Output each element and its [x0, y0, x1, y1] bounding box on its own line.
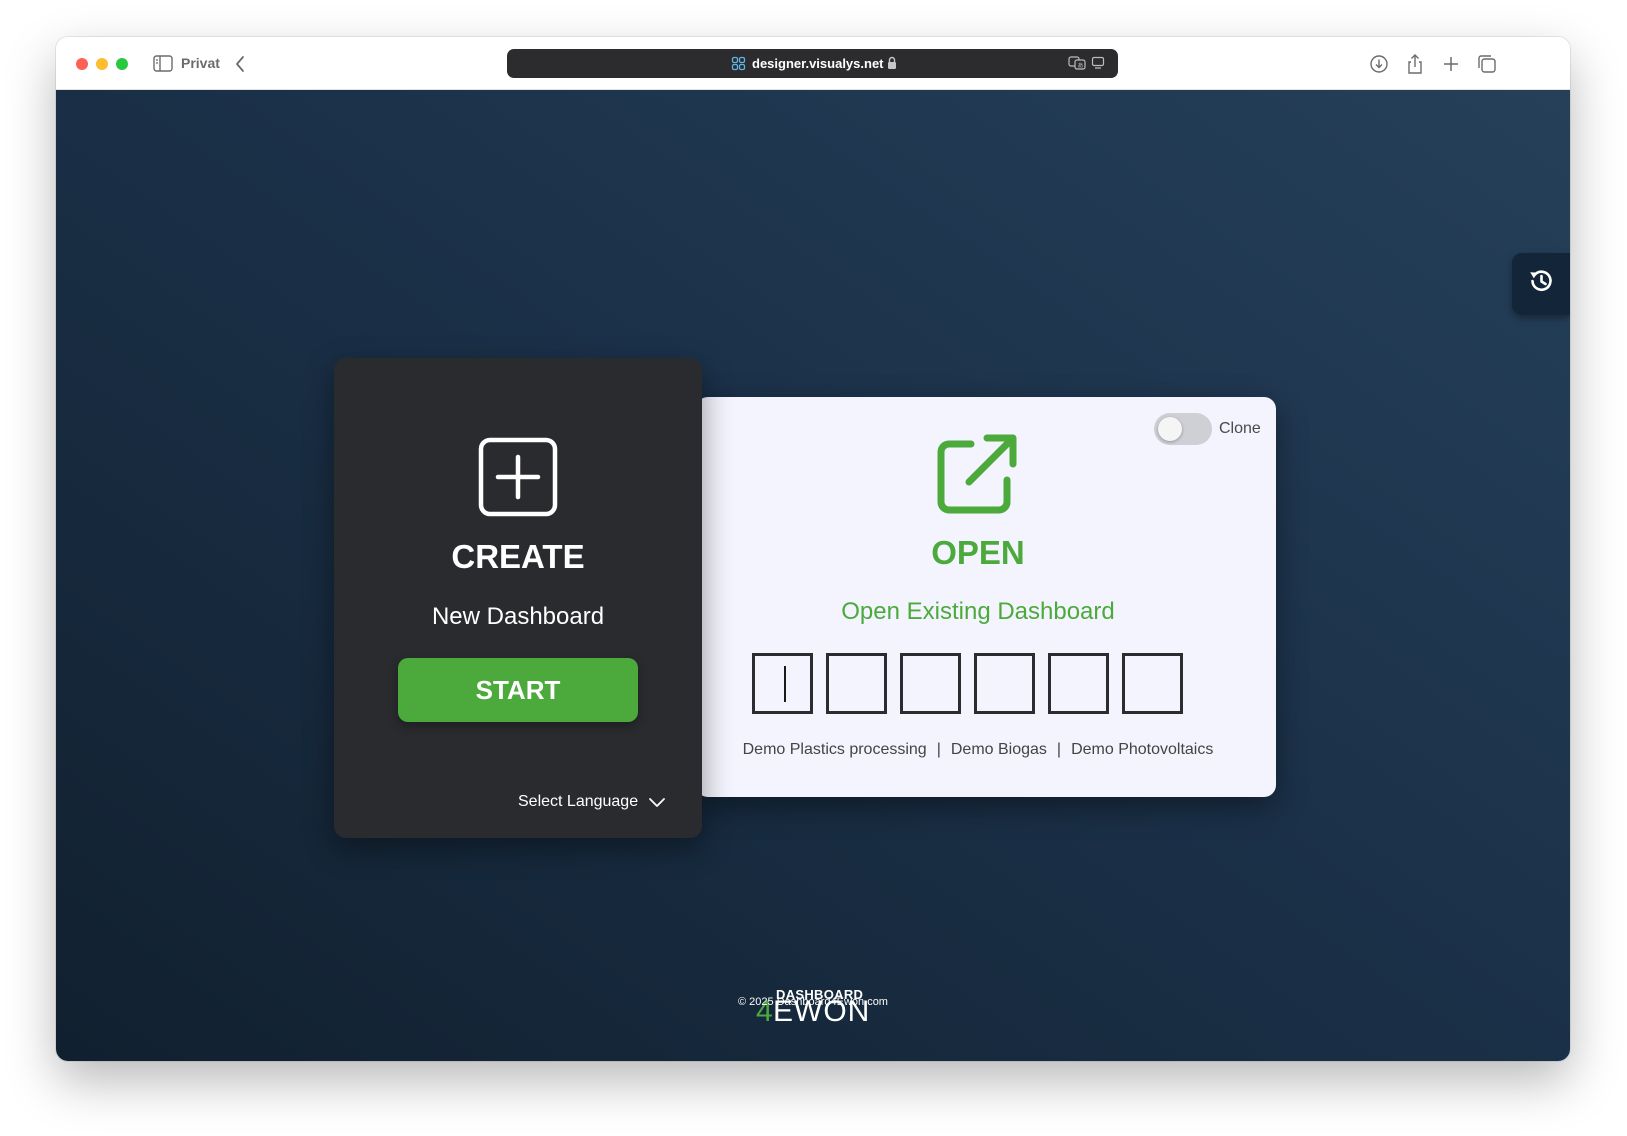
code-input-4[interactable] [974, 653, 1035, 714]
open-subtitle: Open Existing Dashboard [841, 598, 1115, 625]
minimize-window-button[interactable] [96, 58, 108, 70]
start-button[interactable]: START [398, 658, 638, 722]
browser-window: Privat designer.visualys.net あ Clone OPE… [56, 37, 1570, 1061]
history-icon [1530, 270, 1552, 291]
download-icon[interactable] [1368, 53, 1390, 75]
copyright-text: © 2025 Dashboard4Ewon.com [738, 996, 888, 1008]
code-input-3[interactable] [900, 653, 961, 714]
share-icon[interactable] [1404, 53, 1426, 75]
svg-text:あ: あ [1078, 63, 1084, 70]
demo-link-biogas[interactable]: Demo Biogas [951, 741, 1047, 758]
code-input-2[interactable] [826, 653, 887, 714]
open-title: OPEN [931, 534, 1025, 571]
demo-link-photovoltaics[interactable]: Demo Photovoltaics [1071, 741, 1213, 758]
close-window-button[interactable] [76, 58, 88, 70]
lock-icon [888, 56, 896, 69]
create-dashboard-card: CREATE New Dashboard START Select Langua… [334, 358, 702, 838]
new-tab-icon[interactable] [1440, 53, 1462, 75]
create-subtitle: New Dashboard [431, 603, 605, 630]
dashboard4ewon-logo: DASHBOARD 4 EWON [756, 987, 876, 1033]
code-input-6[interactable] [1122, 653, 1183, 714]
address-text: designer.visualys.net [752, 56, 884, 71]
site-icon [731, 56, 746, 71]
chevron-down-icon [649, 798, 665, 807]
add-square-icon [478, 437, 558, 517]
open-dashboard-card: Clone OPEN Open Existing Dashboard Demo … [696, 397, 1276, 797]
back-icon[interactable] [234, 54, 246, 74]
tabs-overview-icon[interactable] [1476, 53, 1498, 75]
translate-icon[interactable]: あ [1068, 56, 1086, 70]
external-link-icon [937, 434, 1017, 514]
demo-link-plastics[interactable]: Demo Plastics processing [743, 741, 927, 758]
code-input-1[interactable] [752, 653, 813, 714]
language-select-label: Select Language [518, 793, 639, 810]
clone-toggle-knob [1158, 417, 1182, 441]
reader-icon[interactable] [1091, 56, 1105, 70]
demo-links: Demo Plastics processing | Demo Biogas | Dem… [696, 741, 1260, 759]
browser-toolbar: Privat designer.visualys.net あ [56, 37, 1570, 90]
address-bar[interactable]: designer.visualys.net あ [507, 49, 1118, 78]
private-profile-label[interactable]: Privat [181, 55, 220, 71]
clone-label: Clone [1219, 420, 1261, 437]
code-input-5[interactable] [1048, 653, 1109, 714]
sidebar-icon[interactable] [153, 55, 173, 72]
demo-separator: | [936, 741, 941, 758]
create-title: CREATE [451, 538, 585, 575]
page-content: Clone OPEN Open Existing Dashboard Demo … [56, 90, 1570, 1061]
zoom-window-button[interactable] [116, 58, 128, 70]
clone-toggle[interactable] [1154, 413, 1212, 445]
history-button[interactable] [1512, 253, 1570, 315]
demo-separator: | [1056, 741, 1062, 758]
